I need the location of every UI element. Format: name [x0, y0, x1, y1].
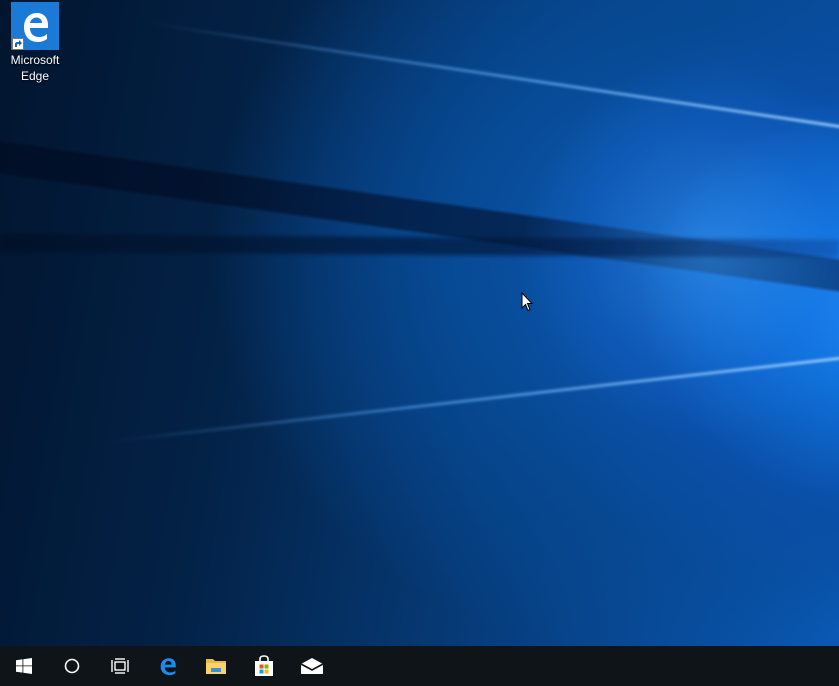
desktop-icon-label-line1: Microsoft	[10, 53, 60, 67]
file-explorer-button[interactable]	[192, 646, 240, 686]
desktop[interactable]: Microsoft Edge	[0, 0, 839, 686]
desktop-icon-label: Microsoft Edge	[4, 52, 66, 84]
edge-icon	[11, 2, 59, 50]
task-view-icon	[111, 658, 129, 674]
store-button[interactable]	[240, 646, 288, 686]
desktop-shortcut-microsoft-edge[interactable]: Microsoft Edge	[4, 2, 66, 84]
mail-button[interactable]	[288, 646, 336, 686]
windows-logo-icon	[16, 658, 32, 674]
cortana-search-button[interactable]	[48, 646, 96, 686]
envelope-icon	[300, 658, 324, 674]
desktop-icon-label-line2: Edge	[20, 69, 50, 83]
edge-icon	[160, 658, 176, 676]
task-view-button[interactable]	[96, 646, 144, 686]
store-bag-icon	[255, 655, 273, 676]
taskbar	[0, 646, 839, 686]
shortcut-arrow-icon	[12, 38, 24, 50]
folder-icon	[206, 659, 226, 674]
edge-taskbar-button[interactable]	[144, 646, 192, 686]
start-button[interactable]	[0, 646, 48, 686]
mouse-cursor-icon	[521, 292, 533, 312]
circle-search-icon	[64, 658, 80, 674]
